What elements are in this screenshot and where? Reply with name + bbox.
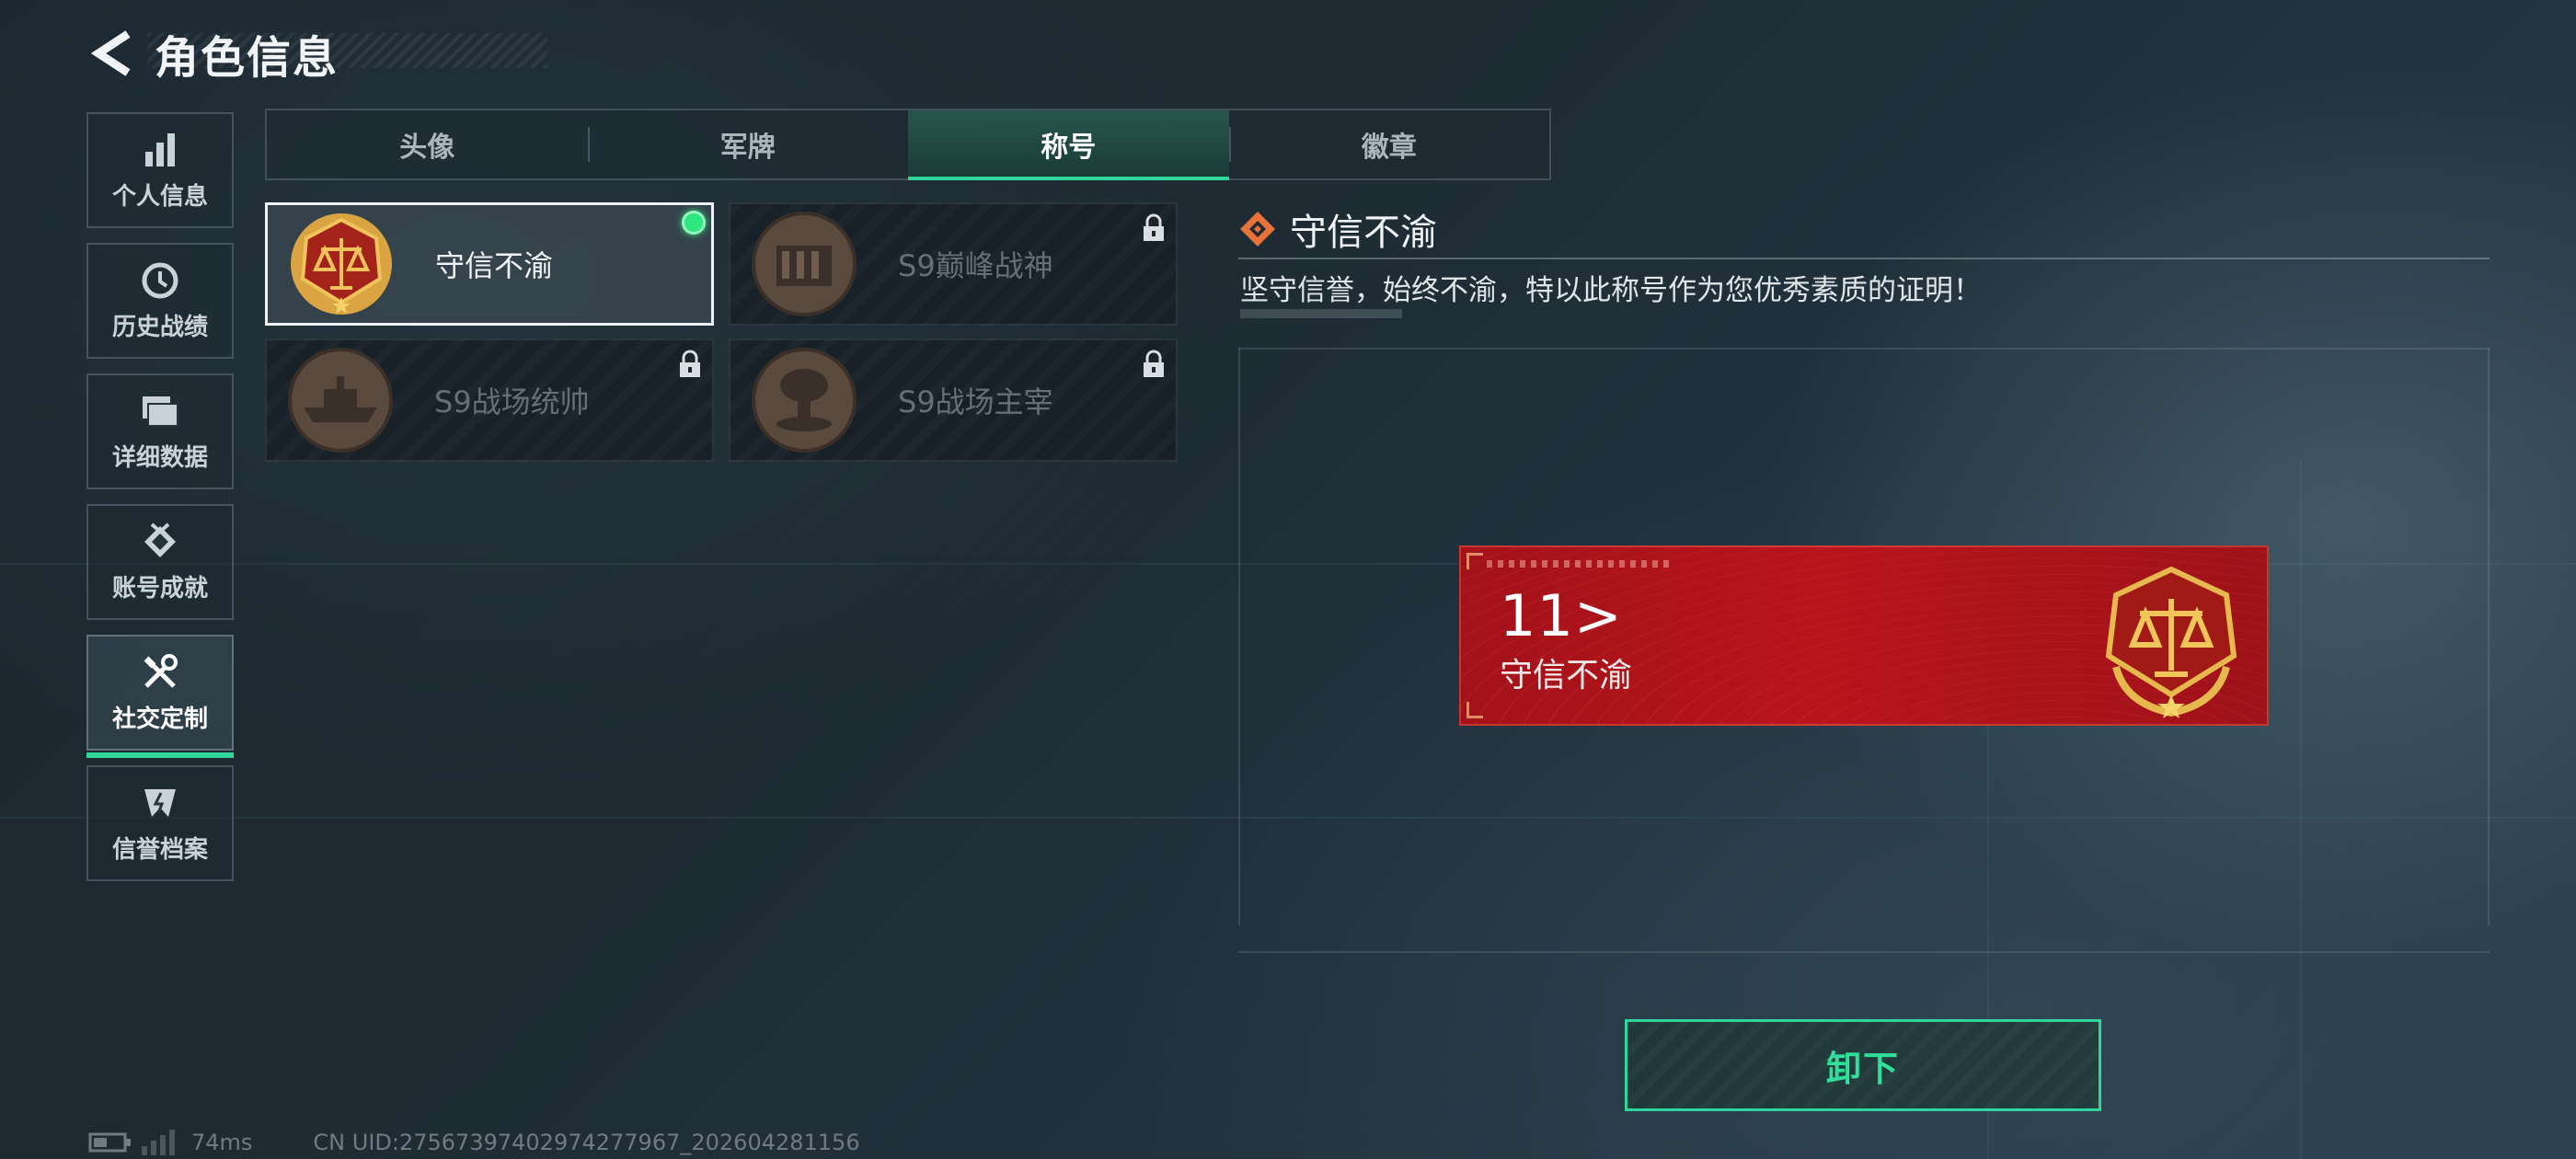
battery-icon xyxy=(88,1132,131,1153)
title-card[interactable]: S9巅峰战神 xyxy=(729,202,1178,326)
achievement-icon xyxy=(140,522,180,562)
sidebar-item-detail-data[interactable]: 详细数据 xyxy=(86,373,234,489)
title-card-selected[interactable]: 守信不渝 xyxy=(265,202,714,326)
detail-subtext-decoration xyxy=(1240,309,1402,318)
sidebar-item-label: 信誉档案 xyxy=(111,835,208,864)
equipped-indicator xyxy=(682,211,706,235)
back-button[interactable] xyxy=(88,28,136,79)
sidebar-item-achievements[interactable]: 账号成就 xyxy=(86,504,234,620)
bar-chart-icon xyxy=(140,130,180,170)
sidebar-item-label: 个人信息 xyxy=(111,182,208,211)
unequip-button-label: 卸下 xyxy=(1825,1048,1900,1089)
title-card[interactable]: S9战场统帅 xyxy=(265,339,714,462)
diamond-emblem-icon xyxy=(1240,212,1275,247)
tab-title[interactable]: 称号 xyxy=(908,110,1229,180)
preview-frame-bottom xyxy=(1238,951,2490,953)
sidebar-item-social-custom[interactable]: 社交定制 xyxy=(86,635,234,758)
back-arrow-icon xyxy=(91,30,131,76)
scales-medal-icon xyxy=(2105,566,2237,718)
tab-avatar[interactable]: 头像 xyxy=(267,110,588,178)
title-name: 守信不渝 xyxy=(435,248,554,283)
ping-value: 74ms xyxy=(191,1130,253,1155)
history-icon xyxy=(140,260,180,301)
sidebar: 个人信息 历史战绩 详细数据 账号成就 社交定制 信誉档案 xyxy=(86,112,234,896)
detail-title: 守信不渝 xyxy=(1290,212,1437,254)
lock-icon xyxy=(1144,350,1164,377)
preview-frame-top xyxy=(1238,348,2490,350)
preview-frame-left xyxy=(1238,348,1240,925)
header: 角色信息 xyxy=(88,24,339,84)
tab-dog-tag[interactable]: 军牌 xyxy=(587,110,909,178)
user-uid: CN UID:275673974029742779​67_20260428115… xyxy=(313,1130,860,1155)
divider xyxy=(1238,258,2490,259)
sidebar-item-credit-profile[interactable]: 信誉档案 xyxy=(86,765,234,881)
ship-medal-icon xyxy=(288,348,393,453)
sidebar-item-label: 社交定制 xyxy=(111,705,208,733)
page-title: 角色信息 xyxy=(155,32,339,84)
shield-icon xyxy=(140,783,180,823)
sidebar-item-history[interactable]: 历史战绩 xyxy=(86,243,234,359)
sidebar-item-label: 详细数据 xyxy=(111,443,208,472)
lock-icon xyxy=(680,350,700,377)
title-name: S9巅峰战神 xyxy=(898,248,1053,283)
title-name: S9战场统帅 xyxy=(434,384,590,419)
tab-bar: 头像 军牌 称号 徽章 xyxy=(265,109,1551,180)
tab-badge[interactable]: 徽章 xyxy=(1228,110,1550,178)
fortress-medal-icon xyxy=(752,212,857,316)
detail-header: 守信不渝 xyxy=(1238,202,1437,256)
detail-description: 坚守信誉，始终不渝，特以此称号作为您优秀素质的证明！ xyxy=(1240,274,1982,307)
status-bar: 74ms CN UID:275673974029742779​67_202604… xyxy=(88,1130,860,1155)
title-card[interactable]: S9战场主宰 xyxy=(729,339,1178,462)
folder-icon xyxy=(140,391,180,431)
sidebar-item-label: 历史战绩 xyxy=(111,313,208,341)
mushroom-cloud-medal-icon xyxy=(752,348,857,453)
title-nameplate-preview: 11> 守信不渝 xyxy=(1459,545,2269,726)
nameplate-number: 11> xyxy=(1500,582,1623,649)
sidebar-item-label: 账号成就 xyxy=(111,574,208,602)
unequip-button[interactable]: 卸下 xyxy=(1625,1019,2101,1111)
tools-icon xyxy=(140,652,180,693)
nameplate-title: 守信不渝 xyxy=(1500,657,1633,694)
signal-icon xyxy=(142,1130,175,1155)
scales-medal-icon xyxy=(291,213,392,315)
preview-frame-right xyxy=(2488,348,2490,925)
nameplate-code-decoration xyxy=(1487,560,1671,568)
lock-icon xyxy=(1144,213,1164,241)
title-name: S9战场主宰 xyxy=(898,384,1053,419)
sidebar-item-personal-info[interactable]: 个人信息 xyxy=(86,112,234,228)
